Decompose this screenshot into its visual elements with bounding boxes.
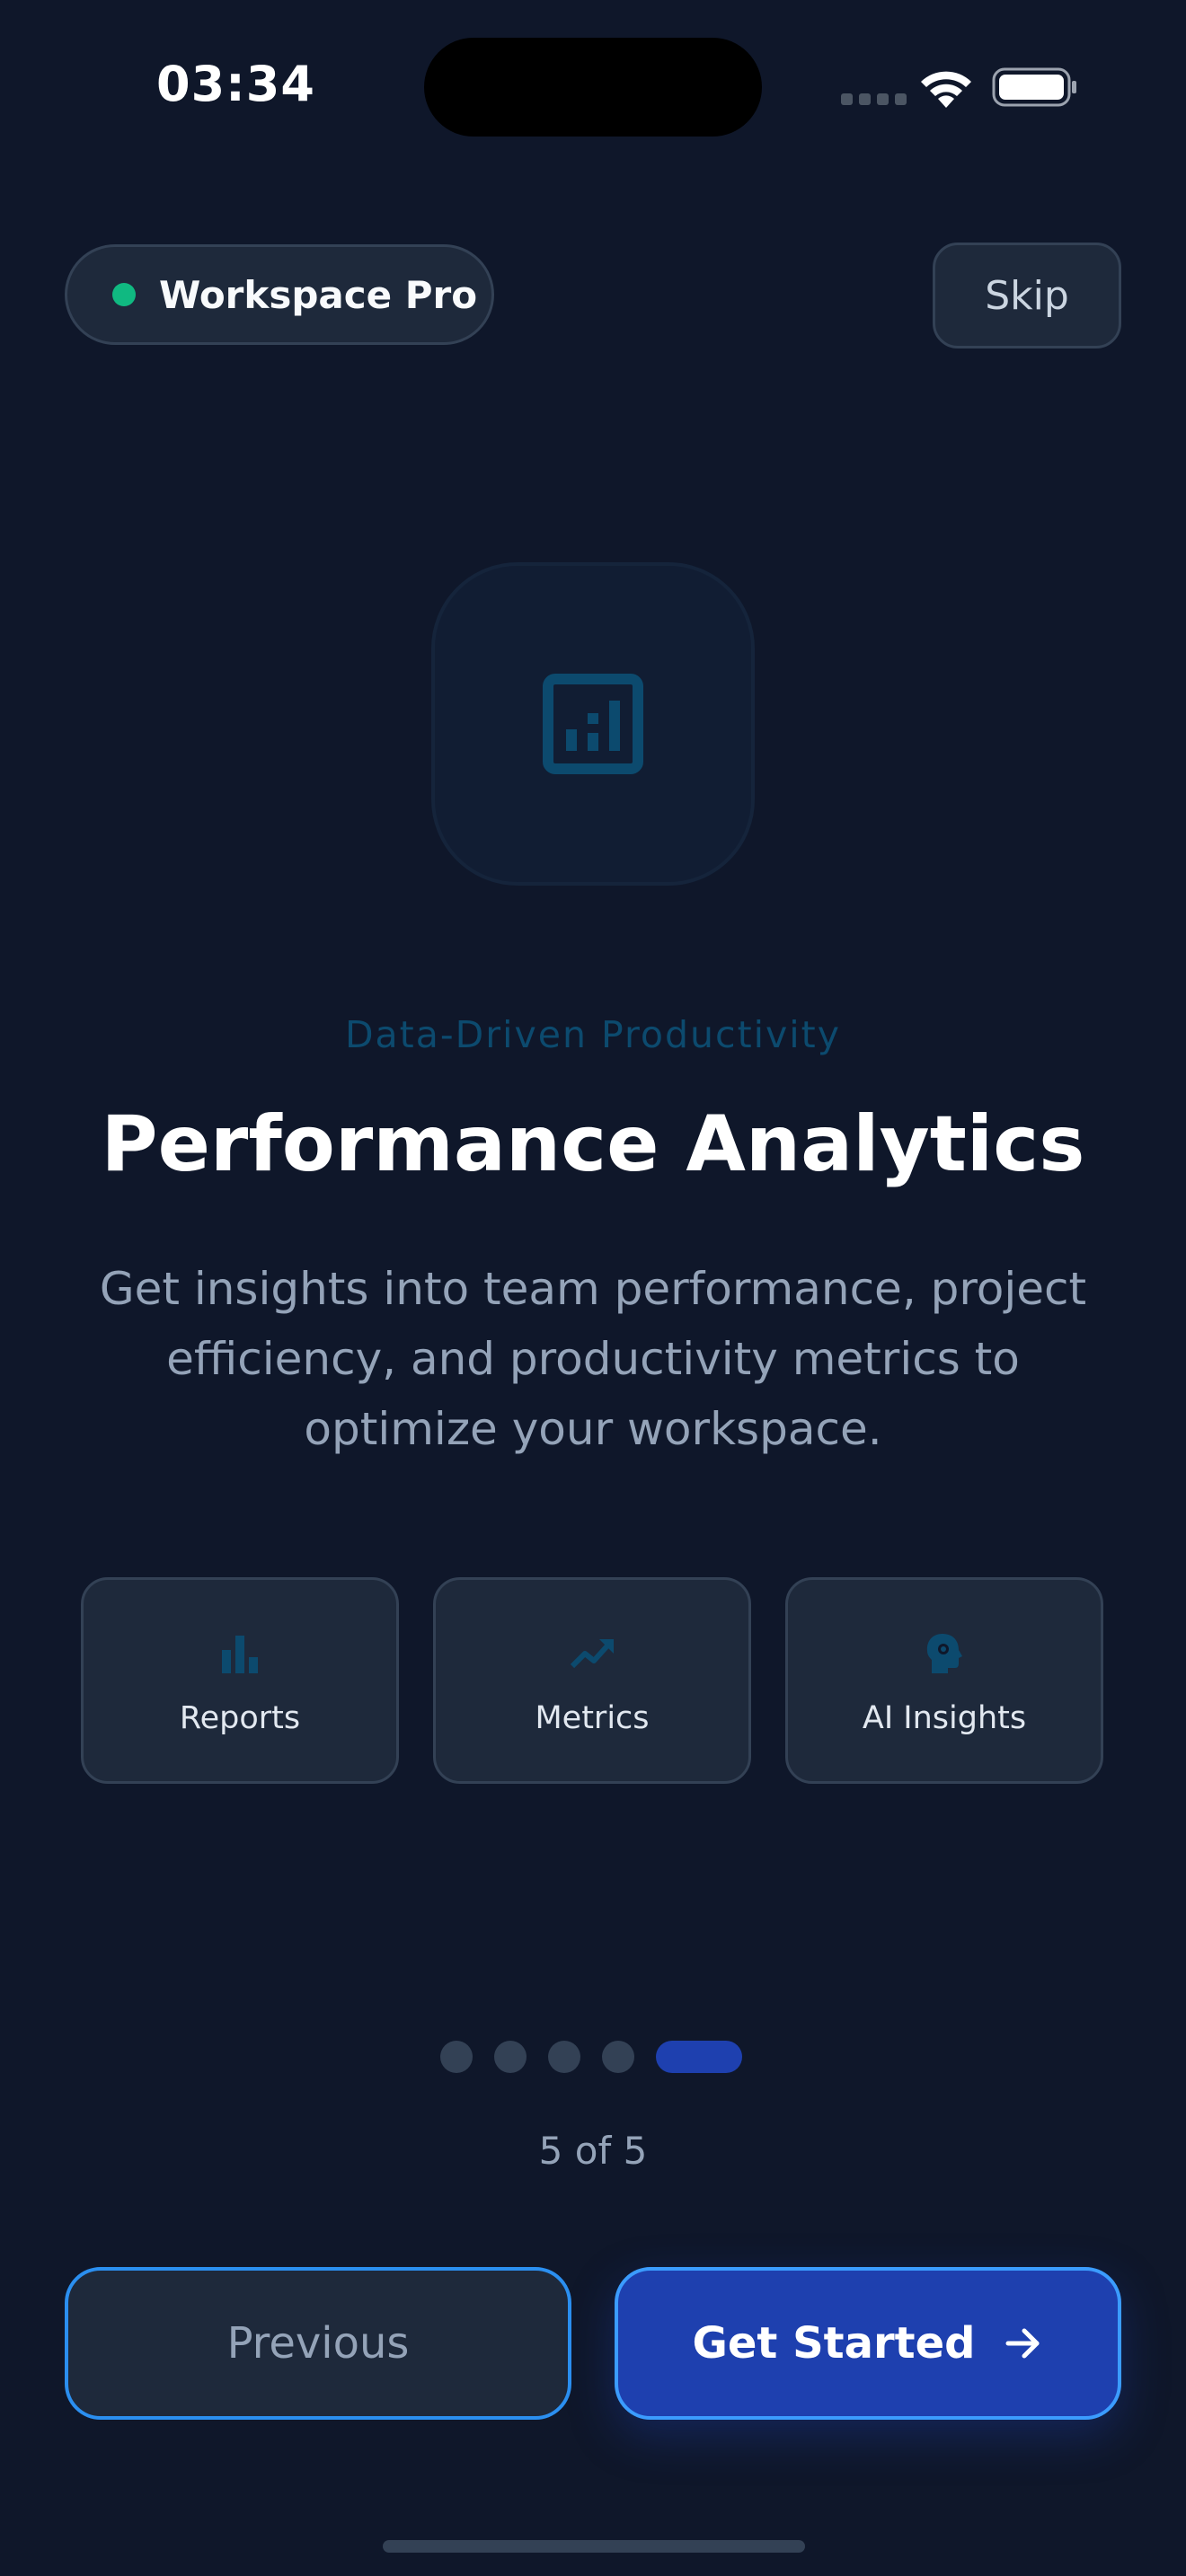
feature-label: Reports: [179, 1700, 301, 1736]
page-dot-1[interactable]: [440, 2041, 473, 2073]
previous-label: Previous: [226, 2318, 410, 2369]
feature-label: Metrics: [535, 1700, 650, 1736]
hero-icon-tile: [431, 562, 755, 886]
trending-up-icon: [570, 1639, 614, 1669]
page-count: 5 of 5: [538, 2129, 648, 2173]
wifi-icon: [921, 71, 971, 108]
page-indicator: [440, 2041, 742, 2073]
battery-icon: [992, 67, 1076, 107]
page-dot-4[interactable]: [602, 2041, 634, 2073]
previous-button[interactable]: Previous: [65, 2267, 571, 2420]
page-dot-3[interactable]: [548, 2041, 580, 2073]
get-started-button[interactable]: Get Started: [615, 2267, 1121, 2420]
workspace-badge[interactable]: Workspace Pro: [65, 244, 494, 345]
online-status-dot: [112, 283, 136, 306]
brain-gear-icon: [926, 1634, 962, 1673]
signal-dots-icon: [841, 93, 907, 105]
page-title: Performance Analytics: [101, 1099, 1085, 1189]
status-time: 03:34: [156, 56, 315, 112]
home-indicator[interactable]: [383, 2540, 805, 2553]
skip-button[interactable]: Skip: [933, 243, 1121, 348]
feature-card-reports[interactable]: Reports: [81, 1577, 399, 1784]
feature-card-ai-insights[interactable]: AI Insights: [785, 1577, 1103, 1784]
hero-description: Get insights into team performance, proj…: [99, 1263, 1087, 1455]
onboarding-screen: 03:34 Workspace Pro Skip Data-Driven Pro…: [0, 0, 1186, 2576]
page-dot-5-active[interactable]: [656, 2041, 742, 2073]
feature-label: AI Insights: [862, 1700, 1027, 1736]
analytics-chart-icon: [543, 674, 643, 774]
hero-eyebrow: Data-Driven Productivity: [344, 1013, 842, 1056]
workspace-label: Workspace Pro: [159, 272, 478, 317]
arrow-right-icon: [1005, 2328, 1040, 2359]
feature-card-metrics[interactable]: Metrics: [433, 1577, 751, 1784]
dynamic-island: [424, 38, 762, 137]
bar-chart-icon: [222, 1636, 258, 1673]
get-started-label: Get Started: [692, 2318, 976, 2369]
page-dot-2[interactable]: [494, 2041, 527, 2073]
